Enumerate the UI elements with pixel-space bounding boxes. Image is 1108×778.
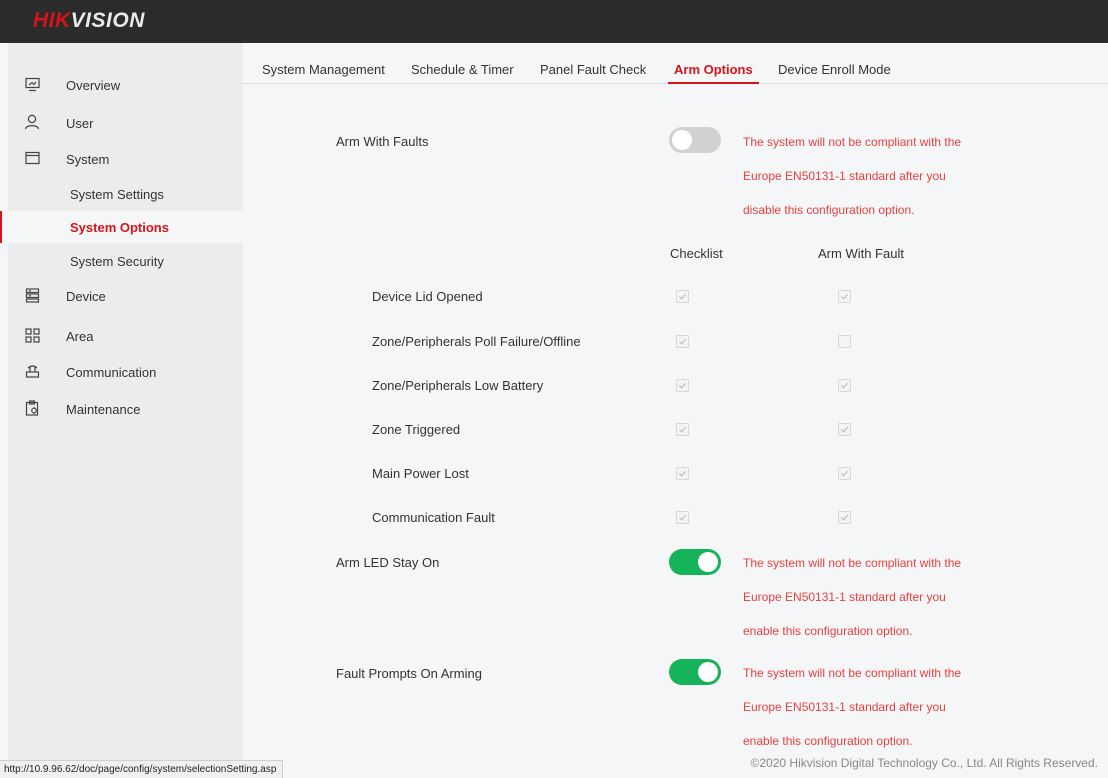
logo-part-hik: HIK	[33, 9, 71, 32]
arm-with-fault-checkbox[interactable]	[838, 467, 851, 480]
fault-row-label: Main Power Lost	[372, 466, 469, 481]
copyright-footer: ©2020 Hikvision Digital Technology Co., …	[750, 756, 1098, 770]
grid-icon	[24, 327, 40, 343]
arm-with-fault-checkbox[interactable]	[838, 290, 851, 303]
sidebar-subitem-label: System Options	[70, 220, 169, 235]
fault-row-label: Communication Fault	[372, 510, 495, 525]
logo-part-vision: VISION	[70, 9, 145, 32]
tab-bar: System Management Schedule & Timer Panel…	[243, 43, 1108, 84]
tab-panel-fault-check[interactable]: Panel Fault Check	[540, 62, 646, 77]
sidebar: Overview User System System Settings Sys…	[0, 43, 243, 778]
hikvision-logo: HIKVISION	[33, 9, 145, 33]
sidebar-item-area[interactable]: Area	[8, 323, 243, 349]
monitor-icon	[24, 76, 40, 92]
arm-led-stay-on-label: Arm LED Stay On	[336, 555, 440, 570]
checklist-checkbox[interactable]	[676, 467, 689, 480]
sidebar-item-label: Device	[66, 289, 106, 304]
tab-schedule-timer[interactable]: Schedule & Timer	[411, 62, 514, 77]
arm-led-warning-line1: The system will not be compliant with th…	[743, 556, 962, 570]
window-icon	[24, 150, 40, 166]
tab-arm-options[interactable]: Arm Options	[668, 62, 759, 84]
sidebar-item-label: Communication	[66, 365, 157, 380]
checklist-checkbox[interactable]	[676, 511, 689, 524]
sidebar-item-overview[interactable]: Overview	[8, 72, 243, 98]
arm-with-fault-checkbox[interactable]	[838, 511, 851, 524]
arm-with-faults-toggle[interactable]	[669, 127, 721, 153]
sidebar-item-label: System	[66, 152, 110, 167]
sidebar-item-communication[interactable]: Communication	[8, 359, 243, 385]
fault-prompts-toggle[interactable]	[669, 659, 721, 685]
sidebar-subitem-label: System Security	[70, 254, 164, 269]
router-icon	[24, 363, 40, 379]
top-bar: HIKVISION	[0, 0, 1108, 43]
sidebar-subitem-label: System Settings	[70, 187, 164, 202]
fault-prompts-label: Fault Prompts On Arming	[336, 666, 482, 681]
fault-row-label: Zone/Peripherals Poll Failure/Offline	[372, 334, 581, 349]
arm-with-faults-warning-line1: The system will not be compliant with th…	[743, 135, 962, 149]
sidebar-subitem-system-options[interactable]: System Options	[0, 211, 243, 243]
arm-with-faults-warning-line3: disable this configuration option.	[743, 203, 915, 217]
column-header-checklist: Checklist	[670, 246, 723, 261]
tab-device-enroll-mode[interactable]: Device Enroll Mode	[778, 62, 891, 77]
sidebar-item-label: Overview	[66, 78, 121, 93]
sidebar-subitem-system-settings[interactable]: System Settings	[8, 178, 243, 210]
arm-with-fault-checkbox[interactable]	[838, 335, 851, 348]
checklist-checkbox[interactable]	[676, 335, 689, 348]
fault-row-label: Zone/Peripherals Low Battery	[372, 378, 544, 393]
arm-led-warning-line3: enable this configuration option.	[743, 624, 913, 638]
arm-led-warning-line2: Europe EN50131-1 standard after you	[743, 590, 946, 604]
fault-row-label: Zone Triggered	[372, 422, 461, 437]
arm-with-fault-checkbox[interactable]	[838, 423, 851, 436]
arm-with-faults-warning-line2: Europe EN50131-1 standard after you	[743, 169, 946, 183]
sidebar-item-device[interactable]: Device	[8, 283, 243, 309]
user-icon	[24, 114, 40, 130]
arm-led-stay-on-toggle[interactable]	[669, 549, 721, 575]
sidebar-item-system[interactable]: System	[8, 146, 243, 172]
toggle-knob	[672, 130, 692, 150]
fault-prompts-warning-line2: Europe EN50131-1 standard after you	[743, 700, 946, 714]
sidebar-item-label: User	[66, 116, 94, 131]
device-icon	[24, 287, 40, 303]
fault-prompts-warning-line3: enable this configuration option.	[743, 734, 913, 748]
status-bar-url: http://10.9.96.62/doc/page/config/system…	[0, 760, 283, 778]
toggle-knob	[698, 552, 718, 572]
column-header-arm-with-fault: Arm With Fault	[818, 246, 904, 261]
fault-prompts-warning-line1: The system will not be compliant with th…	[743, 666, 962, 680]
checklist-checkbox[interactable]	[676, 379, 689, 392]
checklist-checkbox[interactable]	[676, 290, 689, 303]
tab-system-management[interactable]: System Management	[262, 62, 385, 77]
arm-with-fault-checkbox[interactable]	[838, 379, 851, 392]
sidebar-subitem-system-security[interactable]: System Security	[8, 245, 243, 277]
checklist-checkbox[interactable]	[676, 423, 689, 436]
clipboard-gear-icon	[24, 400, 40, 416]
sidebar-item-user[interactable]: User	[8, 110, 243, 136]
sidebar-item-label: Maintenance	[66, 402, 141, 417]
fault-row-label: Device Lid Opened	[372, 289, 483, 304]
sidebar-item-maintenance[interactable]: Maintenance	[8, 396, 243, 422]
toggle-knob	[698, 662, 718, 682]
sidebar-item-label: Area	[66, 329, 94, 344]
arm-with-faults-label: Arm With Faults	[336, 134, 429, 149]
